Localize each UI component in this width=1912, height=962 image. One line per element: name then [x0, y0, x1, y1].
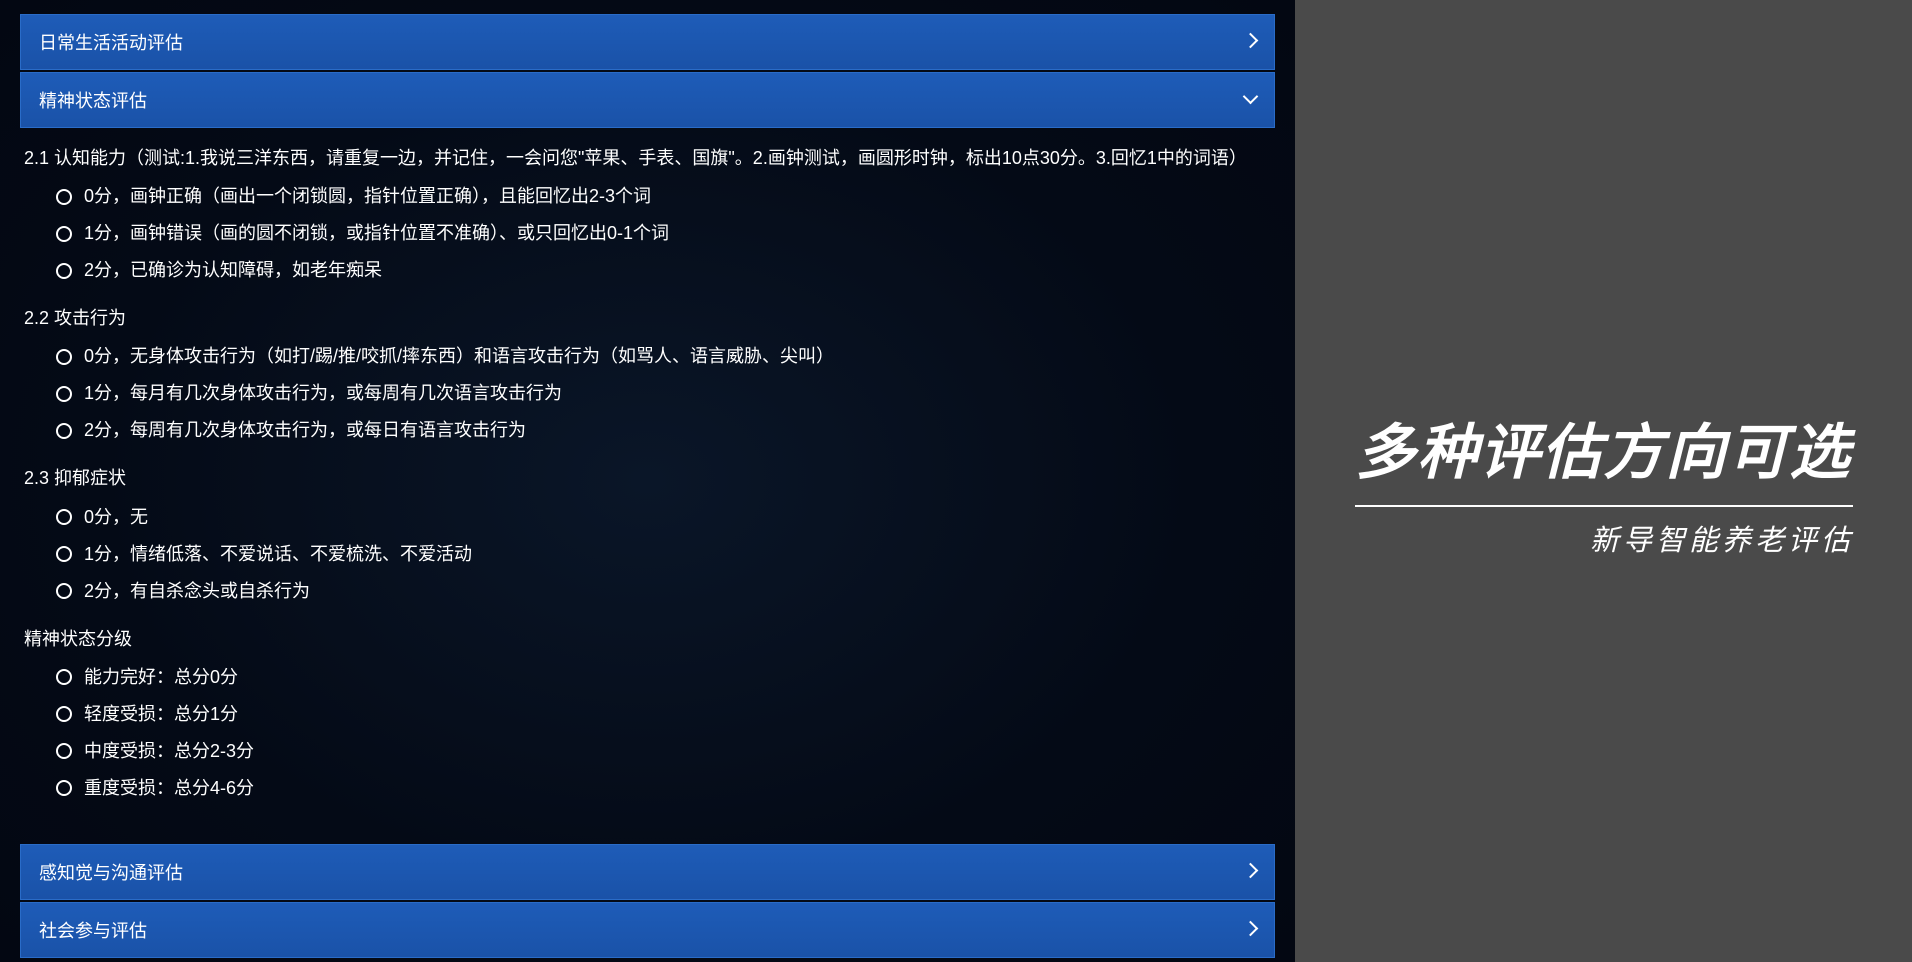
accordion-perception[interactable]: 感知觉与沟通评估: [20, 844, 1275, 900]
option-list: 0分，画钟正确（画出一个闭锁圆，指针位置正确），且能回忆出2-3个词 1分，画钟…: [24, 183, 1271, 284]
accordion-title: 日常生活活动评估: [39, 29, 183, 55]
radio-icon[interactable]: [56, 706, 72, 722]
accordion-title: 精神状态评估: [39, 87, 147, 113]
option-row[interactable]: 轻度受损：总分1分: [56, 701, 1271, 728]
option-label: 能力完好：总分0分: [84, 664, 238, 691]
option-row[interactable]: 2分，每周有几次身体攻击行为，或每日有语言攻击行为: [56, 417, 1271, 444]
option-list: 能力完好：总分0分 轻度受损：总分1分 中度受损：总分2-3分 重度受损：总分4…: [24, 664, 1271, 802]
chevron-right-icon: [1245, 863, 1256, 881]
option-label: 1分，每月有几次身体攻击行为，或每周有几次语言攻击行为: [84, 380, 562, 407]
radio-icon[interactable]: [56, 509, 72, 525]
question-title: 2.3 抑郁症状: [24, 466, 1271, 491]
option-label: 1分，画钟错误（画的圆不闭锁，或指针位置不准确）、或只回忆出0-1个词: [84, 220, 669, 247]
radio-icon[interactable]: [56, 349, 72, 365]
option-label: 2分，有自杀念头或自杀行为: [84, 578, 310, 605]
option-row[interactable]: 中度受损：总分2-3分: [56, 738, 1271, 765]
promo-subtitle: 新导智能养老评估: [1590, 517, 1854, 559]
option-label: 中度受损：总分2-3分: [84, 738, 254, 765]
question-depression: 2.3 抑郁症状 0分，无 1分，情绪低落、不爱说话、不爱梳洗、不爱活动 2分，…: [24, 466, 1271, 604]
chevron-down-icon: [1245, 91, 1256, 110]
option-row[interactable]: 1分，情绪低落、不爱说话、不爱梳洗、不爱活动: [56, 541, 1271, 568]
promo-title: 多种评估方向可选: [1356, 404, 1852, 491]
accordion-title: 社会参与评估: [39, 917, 147, 943]
option-row[interactable]: 0分，无身体攻击行为（如打/踢/推/咬抓/摔东西）和语言攻击行为（如骂人、语言威…: [56, 343, 1271, 370]
radio-icon[interactable]: [56, 743, 72, 759]
chevron-right-icon: [1245, 921, 1256, 939]
option-list: 0分，无身体攻击行为（如打/踢/推/咬抓/摔东西）和语言攻击行为（如骂人、语言威…: [24, 343, 1271, 444]
option-list: 0分，无 1分，情绪低落、不爱说话、不爱梳洗、不爱活动 2分，有自杀念头或自杀行…: [24, 504, 1271, 605]
question-title: 精神状态分级: [24, 627, 1271, 652]
option-label: 0分，无身体攻击行为（如打/踢/推/咬抓/摔东西）和语言攻击行为（如骂人、语言威…: [84, 343, 834, 370]
option-row[interactable]: 1分，每月有几次身体攻击行为，或每周有几次语言攻击行为: [56, 380, 1271, 407]
promo-panel: 多种评估方向可选 新导智能养老评估: [1295, 0, 1912, 962]
option-row[interactable]: 0分，无: [56, 504, 1271, 531]
radio-icon[interactable]: [56, 423, 72, 439]
chevron-right-icon: [1245, 33, 1256, 51]
question-cognitive: 2.1 认知能力（测试:1.我说三洋东西，请重复一边，并记住，一会问您"苹果、手…: [24, 146, 1271, 284]
question-title: 2.2 攻击行为: [24, 306, 1271, 331]
accordion-social[interactable]: 社会参与评估: [20, 902, 1275, 958]
accordion-mental-body: 2.1 认知能力（测试:1.我说三洋东西，请重复一边，并记住，一会问您"苹果、手…: [20, 130, 1275, 840]
option-row[interactable]: 能力完好：总分0分: [56, 664, 1271, 691]
radio-icon[interactable]: [56, 263, 72, 279]
option-label: 2分，每周有几次身体攻击行为，或每日有语言攻击行为: [84, 417, 526, 444]
option-label: 0分，无: [84, 504, 148, 531]
option-label: 0分，画钟正确（画出一个闭锁圆，指针位置正确），且能回忆出2-3个词: [84, 183, 651, 210]
divider: [1355, 505, 1853, 507]
accordion-title: 感知觉与沟通评估: [39, 859, 183, 885]
radio-icon[interactable]: [56, 386, 72, 402]
option-row[interactable]: 1分，画钟错误（画的圆不闭锁，或指针位置不准确）、或只回忆出0-1个词: [56, 220, 1271, 247]
option-label: 1分，情绪低落、不爱说话、不爱梳洗、不爱活动: [84, 541, 472, 568]
option-row[interactable]: 2分，已确诊为认知障碍，如老年痴呆: [56, 257, 1271, 284]
radio-icon[interactable]: [56, 546, 72, 562]
option-row[interactable]: 2分，有自杀念头或自杀行为: [56, 578, 1271, 605]
question-title: 2.1 认知能力（测试:1.我说三洋东西，请重复一边，并记住，一会问您"苹果、手…: [24, 146, 1271, 171]
radio-icon[interactable]: [56, 226, 72, 242]
radio-icon[interactable]: [56, 669, 72, 685]
assessment-form-panel: 日常生活活动评估 精神状态评估 2.1 认知能力（测试:1.我说三洋东西，请重复…: [0, 0, 1295, 962]
option-row[interactable]: 重度受损：总分4-6分: [56, 775, 1271, 802]
question-mental-grade: 精神状态分级 能力完好：总分0分 轻度受损：总分1分 中度受损：总分2-3分 重…: [24, 627, 1271, 802]
option-row[interactable]: 0分，画钟正确（画出一个闭锁圆，指针位置正确），且能回忆出2-3个词: [56, 183, 1271, 210]
radio-icon[interactable]: [56, 189, 72, 205]
question-aggression: 2.2 攻击行为 0分，无身体攻击行为（如打/踢/推/咬抓/摔东西）和语言攻击行…: [24, 306, 1271, 444]
option-label: 2分，已确诊为认知障碍，如老年痴呆: [84, 257, 382, 284]
radio-icon[interactable]: [56, 583, 72, 599]
accordion-daily-activities[interactable]: 日常生活活动评估: [20, 14, 1275, 70]
radio-icon[interactable]: [56, 780, 72, 796]
option-label: 重度受损：总分4-6分: [84, 775, 254, 802]
accordion-mental-state[interactable]: 精神状态评估: [20, 72, 1275, 128]
option-label: 轻度受损：总分1分: [84, 701, 238, 728]
